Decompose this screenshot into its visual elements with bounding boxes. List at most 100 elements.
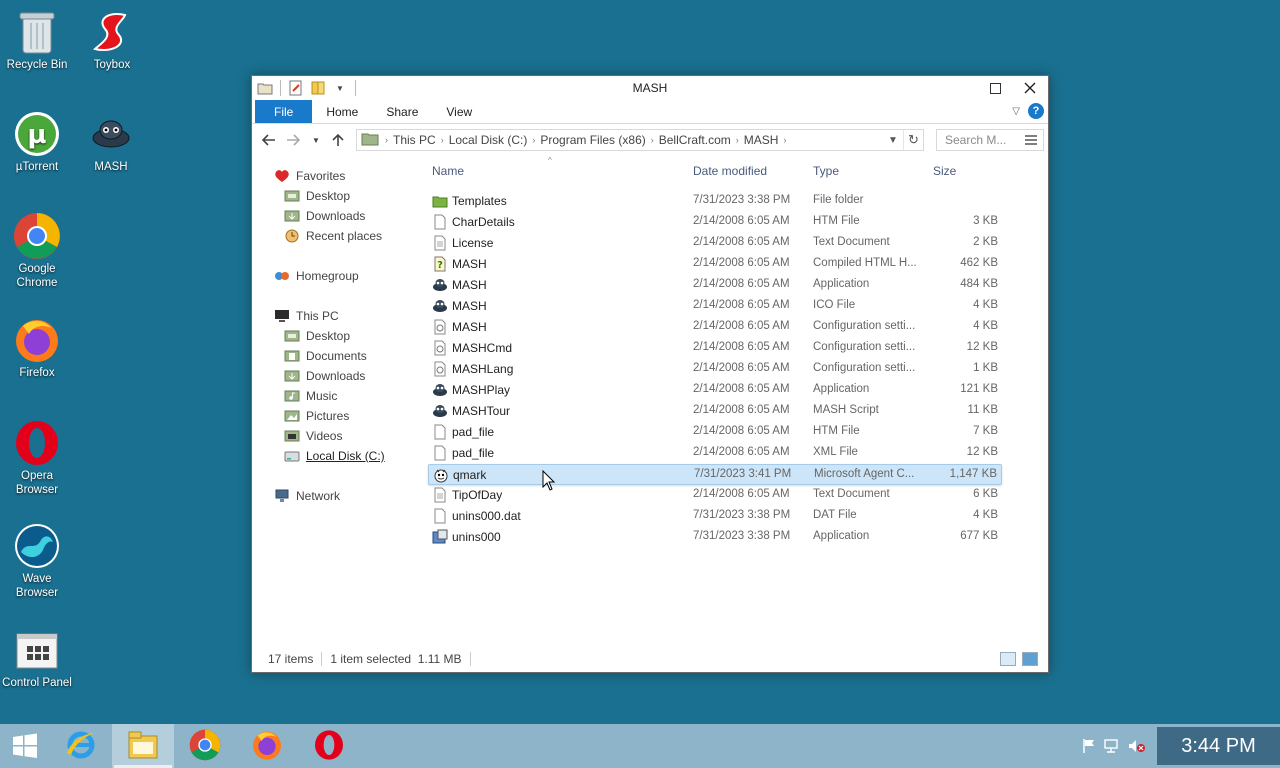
- file-name-cell: MASH: [432, 319, 487, 335]
- breadcrumb-local-disk[interactable]: Local Disk (C:): [446, 133, 531, 147]
- nav-pc-music[interactable]: Music: [252, 386, 420, 406]
- taskbar-firefox[interactable]: [236, 724, 298, 768]
- breadcrumb-program-files[interactable]: Program Files (x86): [537, 133, 648, 147]
- nav-pc-downloads[interactable]: Downloads: [252, 366, 420, 386]
- nav-pc-videos[interactable]: Videos: [252, 426, 420, 446]
- nav-pc-desktop[interactable]: Desktop: [252, 326, 420, 346]
- network-status-icon[interactable]: [1101, 738, 1125, 754]
- file-row[interactable]: MASHCmd 2/14/2008 6:05 AM Configuration se…: [428, 338, 1002, 359]
- help-icon[interactable]: ?: [1028, 103, 1044, 119]
- file-row[interactable]: CharDetails 2/14/2008 6:05 AM HTM File 3 KB: [428, 212, 1002, 233]
- homegroup-icon: [274, 269, 290, 283]
- desktop-icon-control-panel[interactable]: Control Panel: [0, 626, 74, 690]
- nav-pc-pictures[interactable]: Pictures: [252, 406, 420, 426]
- desktop-icon-chrome[interactable]: Google Chrome: [0, 212, 74, 290]
- navigation-bar: ▼ › This PC › Local Disk (C:) › Program …: [252, 124, 1048, 156]
- nav-this-pc[interactable]: This PC: [252, 306, 420, 326]
- file-row[interactable]: TipOfDay 2/14/2008 6:05 AM Text Document 6 …: [428, 485, 1002, 506]
- file-row[interactable]: MASH 2/14/2008 6:05 AM Configuration setti…: [428, 317, 1002, 338]
- file-row[interactable]: MASHPlay 2/14/2008 6:05 AM Application 121 …: [428, 380, 1002, 401]
- control-panel-icon: [13, 626, 61, 674]
- file-type: Application: [813, 383, 870, 395]
- refresh-icon[interactable]: ↻: [903, 130, 923, 150]
- close-button[interactable]: [1012, 76, 1048, 100]
- address-history-icon[interactable]: ▼: [883, 130, 903, 150]
- file-name-cell: MASHCmd: [432, 340, 512, 356]
- file-row[interactable]: MASH 2/14/2008 6:05 AM ICO File 4 KB: [428, 296, 1002, 317]
- nav-fav-recent-places[interactable]: Recent places: [252, 226, 420, 246]
- taskbar-internet-explorer[interactable]: [50, 724, 112, 768]
- file-date: 2/14/2008 6:05 AM: [693, 446, 790, 458]
- desktop-icon-wave-browser[interactable]: Wave Browser: [0, 522, 74, 600]
- breadcrumb-this-pc[interactable]: This PC: [390, 133, 439, 147]
- column-header-type[interactable]: Type: [813, 164, 839, 178]
- nav-homegroup[interactable]: Homegroup: [252, 266, 420, 286]
- new-folder-icon[interactable]: [309, 79, 327, 97]
- maximize-button[interactable]: [978, 76, 1012, 100]
- chrome-icon: [13, 212, 61, 260]
- file-row[interactable]: Templates 7/31/2023 3:38 PM File folder: [428, 191, 1002, 212]
- file-name: License: [452, 236, 494, 250]
- taskbar-chrome[interactable]: [174, 724, 236, 768]
- taskbar-opera[interactable]: [298, 724, 360, 768]
- taskbar-clock[interactable]: 3:44 PM: [1157, 727, 1280, 765]
- file-name: Templates: [452, 194, 507, 208]
- menu-icon[interactable]: [1025, 134, 1037, 149]
- details-view-icon[interactable]: [1000, 652, 1016, 666]
- action-center-flag-icon[interactable]: [1077, 738, 1101, 754]
- tab-home[interactable]: Home: [312, 100, 372, 123]
- file-type: Text Document: [813, 236, 890, 248]
- file-row[interactable]: MASHTour 2/14/2008 6:05 AM MASH Script 11 K…: [428, 401, 1002, 422]
- file-row[interactable]: pad_file 2/14/2008 6:05 AM HTM File 7 KB: [428, 422, 1002, 443]
- desktop-icon-opera[interactable]: Opera Browser: [0, 419, 74, 497]
- tab-view[interactable]: View: [432, 100, 486, 123]
- taskbar-file-explorer[interactable]: [112, 724, 174, 768]
- column-header-name[interactable]: Name: [432, 164, 464, 178]
- folder-icon[interactable]: [256, 79, 274, 97]
- nav-label: This PC: [296, 309, 339, 323]
- nav-fav-downloads[interactable]: Downloads: [252, 206, 420, 226]
- expand-ribbon-icon[interactable]: ▽: [1012, 106, 1020, 117]
- breadcrumb-mash[interactable]: MASH: [741, 133, 782, 147]
- file-row-selected[interactable]: qmark 7/31/2023 3:41 PM Microsoft Agent C.…: [428, 464, 1002, 485]
- desktop-icon-mash[interactable]: MASH: [74, 110, 148, 174]
- desktop-icon-utorrent[interactable]: µ µTorrent: [0, 110, 74, 174]
- address-bar[interactable]: › This PC › Local Disk (C:) › Program Fi…: [356, 129, 924, 151]
- tab-file[interactable]: File: [255, 100, 313, 123]
- file-name: MASH: [452, 320, 487, 334]
- search-box[interactable]: Search M...: [936, 129, 1044, 151]
- tab-share[interactable]: Share: [372, 100, 432, 123]
- desktop-icon-firefox[interactable]: Firefox: [0, 316, 74, 380]
- breadcrumb-bellcraft[interactable]: BellCraft.com: [656, 133, 734, 147]
- recent-locations-button[interactable]: ▼: [308, 128, 324, 152]
- file-row[interactable]: unins000 7/31/2023 3:38 PM Application 677 …: [428, 527, 1002, 548]
- nav-favorites[interactable]: Favorites: [252, 166, 420, 186]
- file-name-cell: qmark: [433, 467, 486, 483]
- forward-button[interactable]: [282, 128, 306, 152]
- volume-muted-icon[interactable]: [1125, 738, 1149, 754]
- column-header-date[interactable]: Date modified: [693, 164, 767, 178]
- document-icon: [432, 214, 448, 230]
- start-button[interactable]: [0, 724, 50, 768]
- desktop-icon-toybox[interactable]: Toybox: [75, 8, 149, 72]
- file-row[interactable]: License 2/14/2008 6:05 AM Text Document 2 K…: [428, 233, 1002, 254]
- file-row[interactable]: MASH 2/14/2008 6:05 AM Application 484 KB: [428, 275, 1002, 296]
- nav-network[interactable]: Network: [252, 486, 420, 506]
- back-button[interactable]: [256, 128, 280, 152]
- large-icons-view-icon[interactable]: [1022, 652, 1038, 666]
- nav-pc-local-disk[interactable]: Local Disk (C:): [252, 446, 420, 466]
- column-header-size[interactable]: Size: [933, 164, 956, 178]
- desktop-icon-recycle-bin[interactable]: Recycle Bin: [0, 8, 74, 72]
- file-row[interactable]: unins000.dat 7/31/2023 3:38 PM DAT File 4 K…: [428, 506, 1002, 527]
- up-button[interactable]: [326, 128, 350, 152]
- file-size: 121 KB: [960, 383, 998, 395]
- nav-pc-documents[interactable]: Documents: [252, 346, 420, 366]
- properties-icon[interactable]: [287, 79, 305, 97]
- file-row[interactable]: MASHLang 2/14/2008 6:05 AM Configuration s…: [428, 359, 1002, 380]
- customize-toolbar-icon[interactable]: ▼: [331, 79, 349, 97]
- mash-ico-icon: [432, 298, 448, 314]
- file-row[interactable]: pad_file 2/14/2008 6:05 AM XML File 12 KB: [428, 443, 1002, 464]
- system-tray: 3:44 PM: [1077, 724, 1280, 768]
- nav-fav-desktop[interactable]: Desktop: [252, 186, 420, 206]
- file-row[interactable]: ? MASH 2/14/2008 6:05 AM Compiled HTML H...…: [428, 254, 1002, 275]
